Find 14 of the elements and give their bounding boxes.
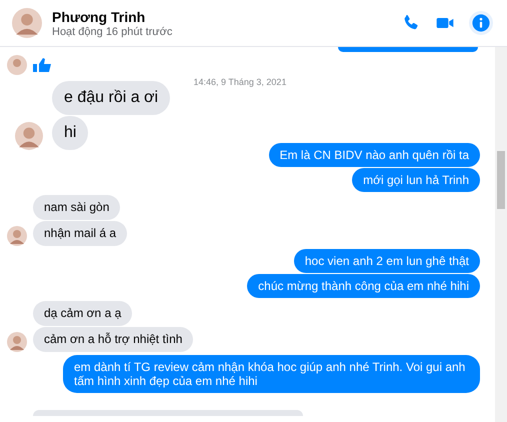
message-bubble: nam sài gòn [33,195,120,220]
message-bubble: hoc vien anh 2 em lun ghê thật [294,249,480,273]
message-bubble: hi [52,116,88,150]
message-bubble: em dành tí TG review cảm nhận khóa hoc giúp anh nhé Trinh. Voi gui anh tấm hình xinh đẹp của em nhé hihi [63,355,480,393]
message-bubble: e đậu rồi a ơi [52,81,170,115]
message-bubble: nhận mail á a [33,221,128,246]
active-status: Hoạt động 16 phút trước [52,26,172,38]
message-bubble: chúc mừng thành công của em nhé hihi [247,274,480,298]
message-bubble: cảm ơn a hỗ trợ nhiệt tình [33,327,194,352]
contact-name: Phương Trinh [52,8,146,24]
message-bubble: Em là CN BIDV nào anh quên rồi ta [268,143,480,167]
timestamp: 14:46, 9 Tháng 3, 2021 [194,77,286,88]
message-bubble: mới gọi lun hả Trinh [352,168,480,192]
message-bubble: dạ cảm ơn a ạ [33,301,132,326]
